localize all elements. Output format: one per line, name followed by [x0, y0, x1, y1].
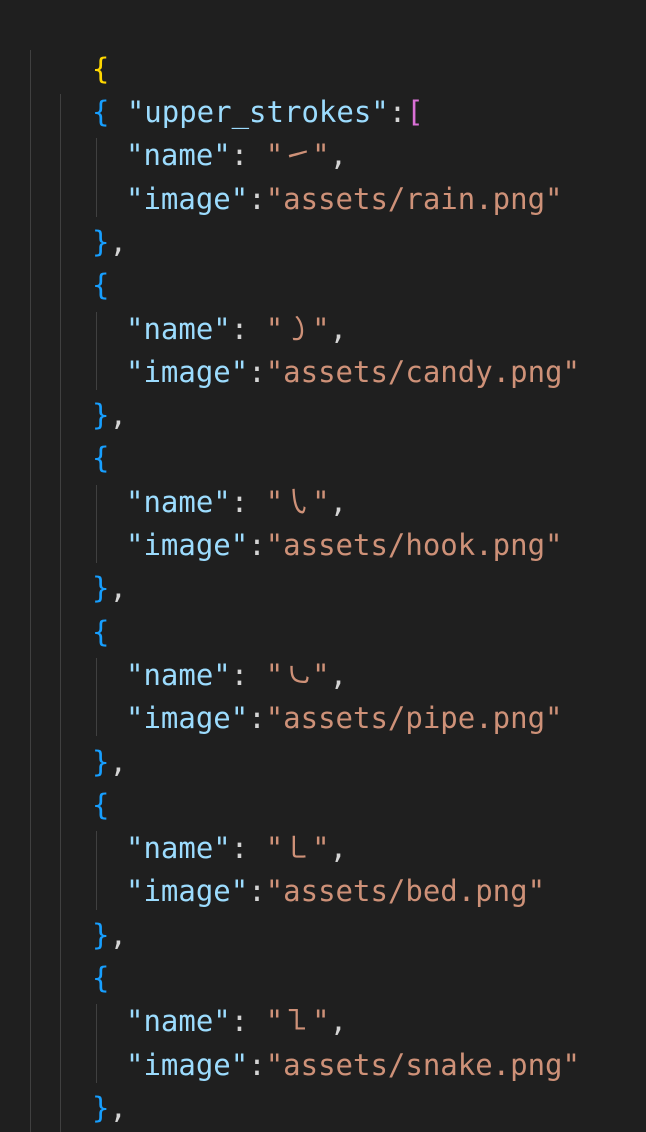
name-key: "name" [126, 1004, 231, 1039]
object-open-brace: { [92, 95, 110, 129]
image-value: "assets/snake.png" [265, 1047, 580, 1082]
object-open-brace: { [92, 614, 110, 649]
colon: : [248, 701, 266, 736]
indent-guide [60, 94, 61, 1132]
code-editor[interactable]: { "upper_strokes":[ {"name": "㇀", "image"… [0, 0, 646, 1132]
name-value: "㇂" [265, 484, 330, 519]
colon: : [230, 484, 266, 519]
image-key: "image" [126, 528, 249, 562]
code-line-name: "name": "㇂", [126, 481, 347, 524]
code-line-name: "name": "㇃", [126, 654, 347, 697]
object-close-brace: } [92, 398, 110, 433]
object-open-brace: { [92, 961, 110, 995]
code-line-object-open: { [92, 957, 109, 1000]
image-value: "assets/pipe.png" [265, 701, 563, 736]
colon: : [230, 138, 266, 173]
image-value: "assets/candy.png" [265, 354, 580, 389]
colon: : [248, 528, 266, 562]
object-open-brace: { [92, 441, 110, 476]
name-key: "name" [126, 657, 231, 692]
indent-guide [96, 657, 97, 737]
code-line-object-open: { [92, 437, 109, 480]
object-close-brace: } [92, 571, 110, 606]
indent-guide [96, 1004, 97, 1083]
image-key: "image" [126, 181, 249, 216]
comma: , [109, 744, 127, 779]
array-colon: : [388, 95, 407, 129]
code-line-object-close: }, [92, 914, 127, 957]
colon: : [230, 831, 266, 866]
code-line-object-close: }, [92, 394, 127, 437]
code-line-image: "image":"assets/candy.png" [126, 351, 580, 394]
name-value: "㇃" [265, 657, 330, 692]
indent-guide [96, 138, 97, 217]
comma: , [329, 484, 348, 519]
object-open-brace: { [92, 268, 110, 303]
image-value: "assets/rain.png" [265, 181, 563, 216]
object-close-brace: } [92, 744, 110, 779]
object-close-brace: } [92, 917, 110, 952]
comma: , [329, 657, 348, 692]
indent-guide [96, 311, 97, 391]
name-value: "㇄" [265, 831, 330, 866]
colon: : [248, 354, 266, 389]
colon: : [248, 181, 266, 216]
code-line-image: "image":"assets/bed.png" [126, 870, 545, 913]
code-line-image: "image":"assets/rain.png" [126, 178, 563, 221]
colon: : [248, 874, 266, 909]
object-close-brace: } [92, 1090, 110, 1125]
code-line-object-close: }, [92, 741, 127, 784]
array-key: "upper_strokes" [126, 95, 389, 129]
code-line-object-close: }, [92, 567, 127, 610]
comma: , [109, 1090, 127, 1125]
colon: : [248, 1047, 266, 1082]
code-line-object-open: { [92, 784, 109, 827]
code-line-array-key: "upper_strokes":[ [57, 48, 424, 129]
code-line-object-open: { [92, 91, 109, 134]
code-line-image: "image":"assets/snake.png" [126, 1044, 580, 1087]
comma: , [329, 311, 348, 346]
colon: : [230, 311, 266, 346]
colon: : [230, 1004, 266, 1039]
object-close-brace: } [92, 224, 110, 259]
code-line-name: "name": "㇁", [126, 308, 347, 351]
indent-guide [96, 831, 97, 910]
image-key: "image" [126, 1047, 249, 1082]
code-line-image: "image":"assets/hook.png" [126, 524, 563, 567]
code-line-object-close: }, [92, 221, 127, 264]
array-open-bracket: [ [406, 95, 424, 129]
image-value: "assets/hook.png" [265, 528, 563, 562]
code-line-object-close: }, [92, 1087, 127, 1130]
colon: : [230, 657, 266, 692]
comma: , [109, 917, 127, 952]
image-key: "image" [126, 354, 249, 389]
comma: , [109, 571, 127, 606]
code-line-name: "name": "㇄", [126, 827, 347, 870]
indent-guide [96, 484, 97, 564]
code-line-image: "image":"assets/pipe.png" [126, 697, 563, 740]
code-line-name: "name": "㇅", [126, 1000, 347, 1043]
indent-guide [30, 50, 31, 1132]
code-line-root-open: { [22, 5, 109, 86]
image-key: "image" [126, 701, 249, 736]
name-key: "name" [126, 138, 231, 173]
name-value: "㇅" [265, 1004, 330, 1039]
name-key: "name" [126, 484, 231, 519]
name-value: "㇀" [265, 138, 330, 173]
comma: , [109, 224, 127, 259]
image-key: "image" [126, 874, 249, 909]
name-key: "name" [126, 311, 231, 346]
code-line-name: "name": "㇀", [126, 134, 347, 177]
name-value: "㇁" [265, 311, 330, 346]
code-line-object-open: { [92, 611, 109, 654]
comma: , [329, 831, 348, 866]
name-key: "name" [126, 831, 231, 866]
image-value: "assets/bed.png" [265, 874, 546, 909]
comma: , [329, 1004, 348, 1039]
object-open-brace: { [92, 787, 110, 822]
code-line-object-open: { [92, 264, 109, 307]
comma: , [109, 398, 127, 433]
comma: , [329, 138, 348, 173]
